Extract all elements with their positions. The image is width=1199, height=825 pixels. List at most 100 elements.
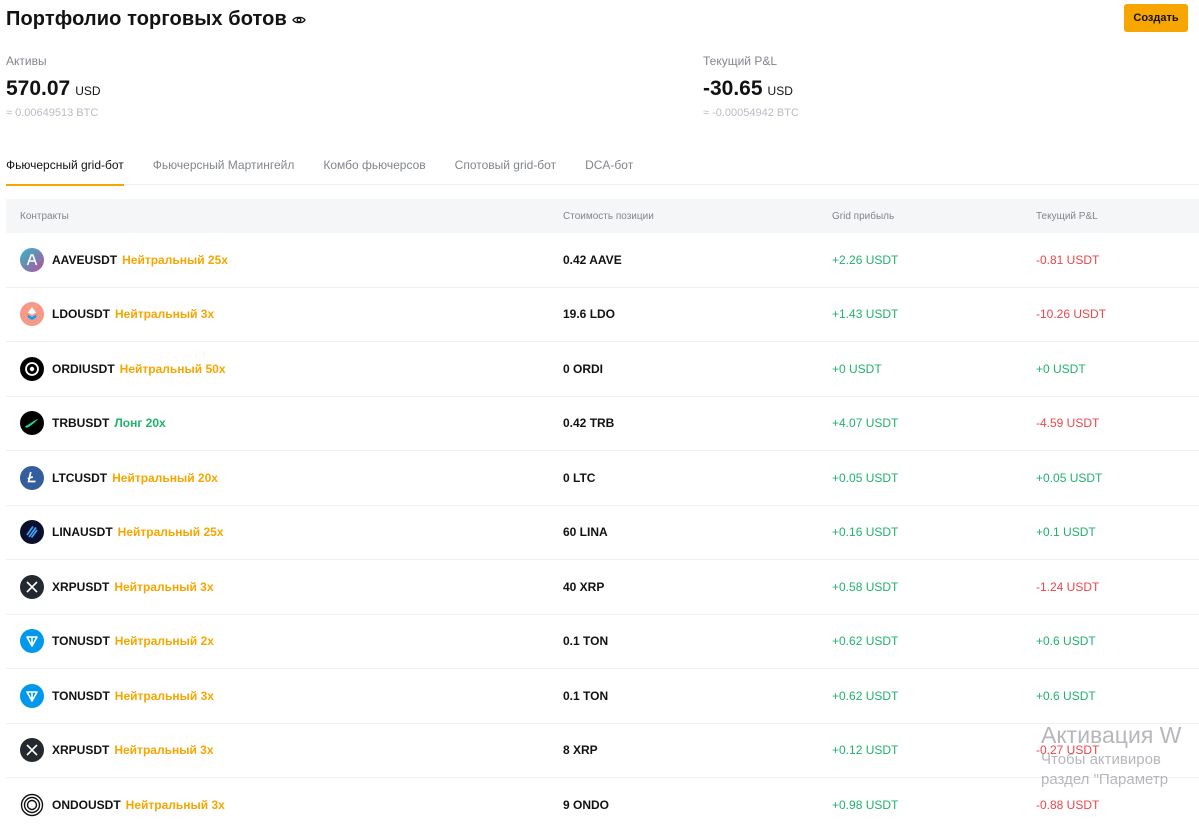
trb-icon [20, 411, 44, 436]
pnl-btc: ≈ -0.00054942 BTC [703, 107, 799, 119]
position-value: 0.42 AAVE [563, 252, 622, 267]
bot-mode: Лонг 20x [114, 416, 166, 431]
contract-cell: LDOUSDT Нейтральный 3x [20, 302, 214, 327]
create-button[interactable]: Создать [1124, 4, 1188, 32]
header: Портфолио торговых ботов [6, 8, 306, 31]
pair-name: ORDIUSDT [52, 361, 115, 376]
contract-cell: ONDOUSDT Нейтральный 3x [20, 792, 225, 817]
current-pnl: -10.26 USDT [1036, 307, 1107, 322]
grid-profit: +0.16 USDT [832, 525, 899, 540]
position-value: 0 LTC [563, 470, 596, 485]
current-pnl: +0.6 USDT [1036, 634, 1096, 649]
current-pnl: +0 USDT [1036, 361, 1086, 376]
assets-summary: Активы 570.07 USD ≈ 0.00649513 BTC [6, 54, 101, 119]
table-row[interactable]: LDOUSDT Нейтральный 3x 19.6 LDO +1.43 USDT -… [6, 288, 1199, 342]
pair-name: LINAUSDT [52, 525, 113, 540]
current-pnl: -0.27 USDT [1036, 743, 1100, 758]
position-value: 0.1 TON [563, 634, 609, 649]
contract-cell: LTCUSDT Нейтральный 20x [20, 465, 218, 490]
position-value: 0.1 TON [563, 688, 609, 703]
table-row[interactable]: ONDOUSDT Нейтральный 3x 9 ONDO +0.98 USDT -0… [6, 778, 1199, 825]
contract-cell: XRPUSDT Нейтральный 3x [20, 574, 214, 599]
position-value: 19.6 LDO [563, 307, 616, 322]
grid-profit: +1.43 USDT [832, 307, 899, 322]
table-header: Контракты Стоимость позиции Grid прибыль… [6, 199, 1199, 233]
ondo-icon [20, 792, 44, 817]
ltc-icon [20, 465, 44, 490]
table-row[interactable]: AAVEUSDT Нейтральный 25x 0.42 AAVE +2.26 US… [6, 233, 1199, 288]
contract-cell: TONUSDT Нейтральный 3x [20, 683, 214, 708]
position-value: 9 ONDO [563, 797, 610, 812]
position-value: 0.42 TRB [563, 416, 615, 431]
xrp-icon [20, 738, 44, 763]
grid-profit: +0.62 USDT [832, 634, 899, 649]
assets-value: 570.07 [6, 77, 71, 100]
position-value: 60 LINA [563, 525, 608, 540]
tab-futures-martingale[interactable]: Фьючерсный Мартингейл [153, 155, 295, 185]
table-row[interactable]: TONUSDT Нейтральный 2x 0.1 TON +0.62 USDT +0… [6, 615, 1199, 669]
pair-name: LDOUSDT [52, 307, 110, 322]
bot-type-tabs: Фьючерсный grid-бот Фьючерсный Мартингей… [6, 155, 1199, 186]
pnl-unit: USD [767, 84, 793, 98]
header-position-value: Стоимость позиции [563, 210, 654, 222]
xrp-icon [20, 574, 44, 599]
table-row[interactable]: TONUSDT Нейтральный 3x 0.1 TON +0.62 USDT +0… [6, 669, 1199, 724]
pair-name: TONUSDT [52, 688, 110, 703]
ordi-icon [20, 356, 44, 381]
assets-unit: USD [75, 84, 101, 98]
grid-profit: +0.62 USDT [832, 688, 899, 703]
position-value: 40 XRP [563, 579, 605, 594]
tab-spot-grid[interactable]: Спотовый grid-бот [455, 155, 556, 185]
bot-mode: Нейтральный 3x [114, 688, 214, 703]
position-value: 0 ORDI [563, 361, 604, 376]
contract-cell: XRPUSDT Нейтральный 3x [20, 738, 214, 763]
grid-profit: +0.58 USDT [832, 579, 899, 594]
contract-cell: TRBUSDT Лонг 20x [20, 411, 166, 436]
ton-icon [20, 629, 44, 654]
grid-profit: +0 USDT [832, 361, 882, 376]
bot-mode: Нейтральный 20x [112, 470, 218, 485]
grid-profit: +0.98 USDT [832, 797, 899, 812]
pnl-summary: Текущий P&L -30.65 USD ≈ -0.00054942 BTC [703, 54, 799, 119]
ldo-icon [20, 302, 44, 327]
bots-table: Контракты Стоимость позиции Grid прибыль… [6, 199, 1199, 825]
pair-name: AAVEUSDT [52, 252, 118, 267]
table-row[interactable]: XRPUSDT Нейтральный 3x 8 XRP +0.12 USDT -0.2… [6, 724, 1199, 778]
current-pnl: -0.81 USDT [1036, 252, 1100, 267]
table-row[interactable]: LTCUSDT Нейтральный 20x 0 LTC +0.05 USDT +0.… [6, 451, 1199, 506]
bot-mode: Нейтральный 2x [114, 634, 214, 649]
pair-name: TRBUSDT [52, 416, 110, 431]
pair-name: XRPUSDT [52, 579, 110, 594]
current-pnl: +0.05 USDT [1036, 470, 1103, 485]
current-pnl: +0.6 USDT [1036, 688, 1096, 703]
contract-cell: ORDIUSDT Нейтральный 50x [20, 356, 226, 381]
grid-profit: +4.07 USDT [832, 416, 899, 431]
table-row[interactable]: XRPUSDT Нейтральный 3x 40 XRP +0.58 USDT -1.… [6, 560, 1199, 615]
position-value: 8 XRP [563, 743, 598, 758]
tab-futures-combo[interactable]: Комбо фьючерсов [323, 155, 425, 185]
pair-name: TONUSDT [52, 634, 110, 649]
pair-name: ONDOUSDT [52, 797, 121, 812]
contract-cell: LINAUSDT Нейтральный 25x [20, 520, 224, 545]
pair-name: LTCUSDT [52, 470, 108, 485]
grid-profit: +0.12 USDT [832, 743, 899, 758]
bot-mode: Нейтральный 25x [117, 525, 224, 540]
eye-icon[interactable] [292, 13, 306, 27]
pair-name: XRPUSDT [52, 743, 110, 758]
current-pnl: -1.24 USDT [1036, 579, 1100, 594]
page-title: Портфолио торговых ботов [6, 8, 287, 30]
grid-profit: +2.26 USDT [832, 252, 899, 267]
table-row[interactable]: TRBUSDT Лонг 20x 0.42 TRB +4.07 USDT -4.59 U… [6, 397, 1199, 451]
bot-mode: Нейтральный 3x [114, 579, 214, 594]
header-current-pnl: Текущий P&L [1036, 210, 1098, 222]
assets-label: Активы [6, 54, 47, 68]
table-row[interactable]: LINAUSDT Нейтральный 25x 60 LINA +0.16 USDT… [6, 506, 1199, 560]
current-pnl: +0.1 USDT [1036, 525, 1096, 540]
tab-dca[interactable]: DCA-бот [585, 155, 633, 185]
table-row[interactable]: ORDIUSDT Нейтральный 50x 0 ORDI +0 USDT +0 U… [6, 342, 1199, 397]
tab-futures-grid[interactable]: Фьючерсный grid-бот [6, 155, 124, 186]
pnl-label: Текущий P&L [703, 54, 778, 68]
lina-icon [20, 520, 44, 545]
header-contracts: Контракты [20, 210, 69, 222]
bot-mode: Нейтральный 3x [125, 797, 225, 812]
